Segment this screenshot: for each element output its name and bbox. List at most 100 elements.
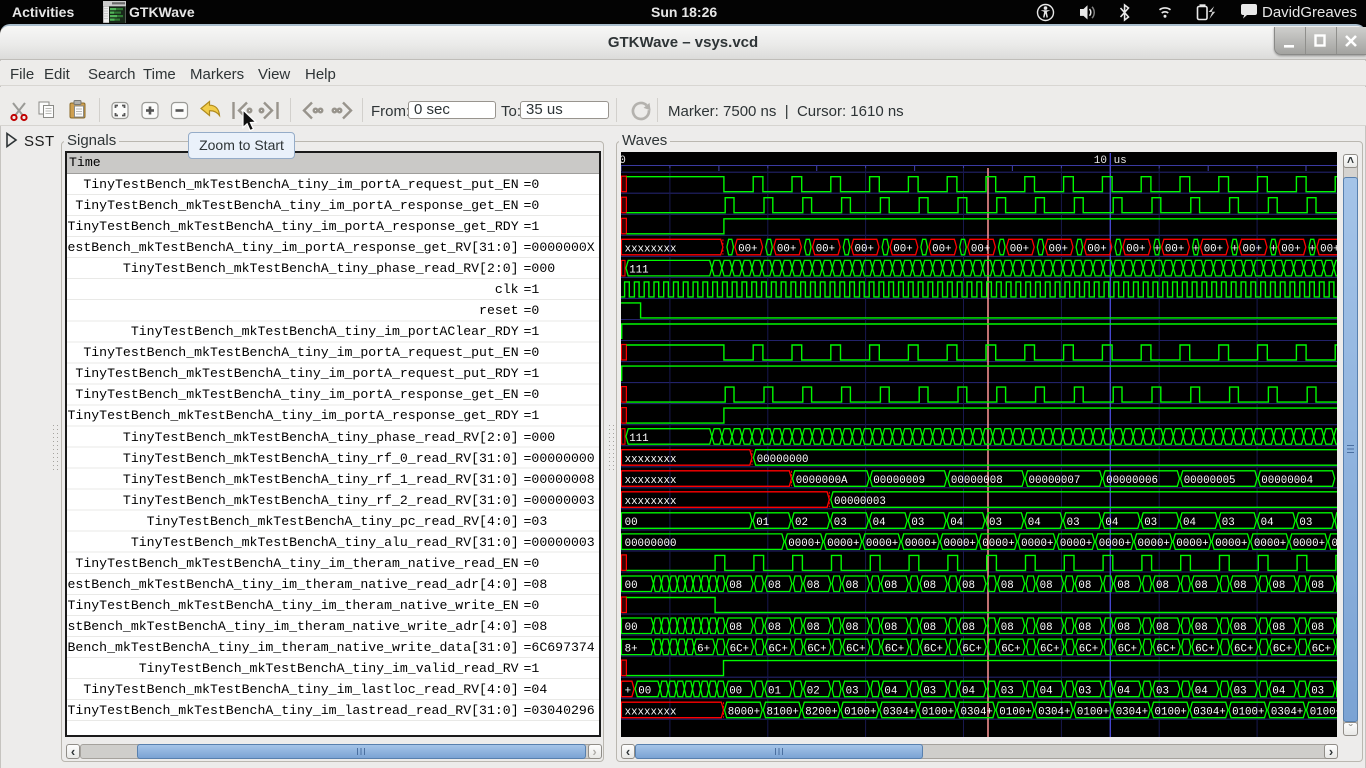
- svg-text:03: 03: [1156, 685, 1169, 697]
- svg-text:xxxxxxxx: xxxxxxxx: [625, 244, 677, 256]
- svg-text:0304+: 0304+: [1116, 706, 1148, 718]
- svg-text:00+: 00+: [1281, 244, 1300, 256]
- svg-text:00+: 00+: [777, 244, 796, 256]
- svg-text:+: +: [1154, 244, 1160, 256]
- svg-text:04: 04: [1028, 517, 1041, 529]
- svg-text:8+: 8+: [625, 643, 638, 655]
- svg-text:03: 03: [1299, 517, 1312, 529]
- svg-text:00000007: 00000007: [1029, 475, 1081, 487]
- svg-text:0304+: 0304+: [1271, 706, 1303, 718]
- svg-text:00+: 00+: [1049, 244, 1068, 256]
- svg-text:0000+: 0000+: [905, 538, 937, 550]
- svg-text:0000+: 0000+: [1060, 538, 1092, 550]
- svg-text:08: 08: [1234, 580, 1247, 592]
- svg-text:+: +: [1193, 244, 1199, 256]
- svg-text:02: 02: [807, 685, 820, 697]
- svg-text:03: 03: [1222, 517, 1235, 529]
- svg-text:00+: 00+: [1087, 244, 1106, 256]
- svg-text:0000+: 0000+: [866, 538, 898, 550]
- svg-text:0000+: 0000+: [1254, 538, 1286, 550]
- svg-text:00: 00: [625, 517, 638, 529]
- svg-text:0000+: 0000+: [1138, 538, 1170, 550]
- svg-text:0100+: 0100+: [999, 706, 1031, 718]
- svg-text:08: 08: [1117, 622, 1130, 634]
- svg-text:6C+: 6C+: [885, 643, 904, 655]
- svg-text:00+: 00+: [1165, 244, 1184, 256]
- svg-text:03: 03: [923, 685, 936, 697]
- svg-text:04: 04: [1117, 685, 1130, 697]
- svg-text:+: +: [625, 685, 631, 697]
- svg-text:04: 04: [884, 685, 897, 697]
- svg-text:00: 00: [638, 685, 651, 697]
- svg-text:08: 08: [768, 622, 781, 634]
- svg-text:00000009: 00000009: [873, 475, 925, 487]
- svg-text:00+: 00+: [855, 244, 874, 256]
- svg-text:03: 03: [1001, 685, 1014, 697]
- svg-text:03: 03: [989, 517, 1002, 529]
- svg-text:04: 04: [1272, 685, 1285, 697]
- svg-text:6C+: 6C+: [1156, 643, 1175, 655]
- svg-text:10 us: 10 us: [1094, 155, 1127, 167]
- svg-text:01: 01: [756, 517, 769, 529]
- svg-text:0000+: 0000+: [1099, 538, 1131, 550]
- svg-text:6C+: 6C+: [924, 643, 943, 655]
- svg-text:08: 08: [1040, 580, 1053, 592]
- svg-text:00000000: 00000000: [625, 538, 677, 550]
- svg-text:6C+: 6C+: [846, 643, 865, 655]
- svg-text:08: 08: [1040, 622, 1053, 634]
- svg-text:00000005: 00000005: [1184, 475, 1236, 487]
- svg-text:0000+: 0000+: [1021, 538, 1053, 550]
- svg-text:00000006: 00000006: [1106, 475, 1158, 487]
- svg-text:0100+: 0100+: [1155, 706, 1187, 718]
- svg-text:03: 03: [846, 685, 859, 697]
- svg-text:08: 08: [962, 622, 975, 634]
- svg-text:0000+: 0000+: [1293, 538, 1325, 550]
- svg-text:08: 08: [1156, 622, 1169, 634]
- svg-text:01: 01: [768, 685, 781, 697]
- svg-text:08: 08: [1195, 580, 1208, 592]
- svg-text:0000+: 0000+: [944, 538, 976, 550]
- svg-text:08: 08: [846, 580, 859, 592]
- svg-text:04: 04: [1105, 517, 1118, 529]
- svg-text:00: 00: [625, 580, 638, 592]
- svg-text:111: 111: [629, 433, 648, 445]
- svg-text:00+: 00+: [971, 244, 990, 256]
- svg-text:04: 04: [962, 685, 975, 697]
- svg-text:xxxxxxxx: xxxxxxxx: [625, 475, 677, 487]
- svg-text:00: 00: [625, 622, 638, 634]
- svg-text:0304+: 0304+: [961, 706, 993, 718]
- svg-text:08: 08: [807, 580, 820, 592]
- svg-text:6C+: 6C+: [807, 643, 826, 655]
- svg-text:0000+: 0000+: [788, 538, 820, 550]
- svg-text:03: 03: [1234, 685, 1247, 697]
- svg-text:111: 111: [629, 265, 648, 277]
- svg-text:6C+: 6C+: [962, 643, 981, 655]
- svg-text:08: 08: [729, 580, 742, 592]
- svg-text:08: 08: [1311, 622, 1324, 634]
- svg-text:00+: 00+: [1243, 244, 1262, 256]
- svg-text:00000008: 00000008: [951, 475, 1003, 487]
- svg-text:00+: 00+: [1204, 244, 1223, 256]
- svg-text:0100+: 0100+: [844, 706, 876, 718]
- svg-text:+: +: [1270, 244, 1276, 256]
- svg-text:00+: 00+: [1010, 244, 1029, 256]
- svg-text:6C+: 6C+: [1234, 643, 1253, 655]
- svg-text:00+: 00+: [1126, 244, 1145, 256]
- svg-text:08: 08: [1195, 622, 1208, 634]
- svg-text:6C+: 6C+: [1118, 643, 1137, 655]
- svg-text:08: 08: [729, 622, 742, 634]
- svg-text:08: 08: [1156, 580, 1169, 592]
- svg-text:00000004: 00000004: [1261, 475, 1313, 487]
- svg-text:0304+: 0304+: [1038, 706, 1070, 718]
- svg-text:04: 04: [1040, 685, 1053, 697]
- svg-text:8100+: 8100+: [767, 706, 799, 718]
- svg-text:6C+: 6C+: [1001, 643, 1020, 655]
- svg-text:6C+: 6C+: [1079, 643, 1098, 655]
- svg-text:08: 08: [1234, 622, 1247, 634]
- svg-text:08: 08: [846, 622, 859, 634]
- svg-text:03: 03: [834, 517, 847, 529]
- svg-text:08: 08: [962, 580, 975, 592]
- svg-text:6C+: 6C+: [1195, 643, 1214, 655]
- svg-text:03: 03: [1067, 517, 1080, 529]
- svg-text:xxxxxxxx: xxxxxxxx: [625, 706, 677, 718]
